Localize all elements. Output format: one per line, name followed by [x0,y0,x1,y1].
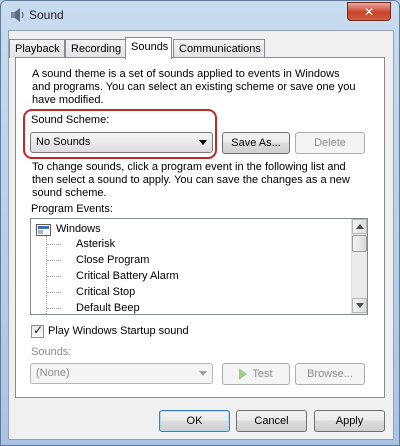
list-item-default-beep[interactable]: Default Beep [76,302,140,314]
chevron-down-icon [199,140,207,145]
tab-communications[interactable]: Communications [173,39,265,58]
list-group-windows[interactable]: Windows [56,223,101,235]
ok-button[interactable]: OK [159,410,230,432]
tree-branch [47,276,61,277]
sounds-select[interactable]: (None) [30,363,213,384]
test-label: Test [252,368,273,380]
tab-recording[interactable]: Recording [65,39,126,58]
description-line-2: and programs. You can select an existing… [32,81,356,93]
title-bar: Sound ✕ [1,1,399,29]
instructions-line-2: then select a sound to apply. You can sa… [32,174,350,186]
sounds-value: (None) [36,367,70,379]
tab-playback[interactable]: Playback [9,39,65,58]
sound-scheme-select[interactable]: No Sounds [30,132,213,153]
tree-branch [47,260,61,261]
save-as-button[interactable]: Save As... [222,132,290,154]
instructions-line-1: To change sounds, click a program event … [32,161,346,173]
cancel-button[interactable]: Cancel [236,410,307,432]
program-events-label: Program Events: [31,203,113,215]
delete-button[interactable]: Delete [295,132,365,154]
test-button[interactable]: Test [222,363,290,385]
scroll-thumb[interactable] [352,235,367,252]
tree-branch [47,292,61,293]
startup-sound-checkbox[interactable]: ✓ [31,323,44,338]
window-title: Sound [29,8,64,22]
tree-branch [47,308,61,309]
list-item-critical-battery-alarm[interactable]: Critical Battery Alarm [76,270,179,282]
tree-branch [47,244,61,245]
sounds-label: Sounds: [31,346,72,358]
program-events-list[interactable]: Windows Asterisk Close Program Critical … [30,218,368,315]
list-item-asterisk[interactable]: Asterisk [76,238,115,250]
description-line-1: A sound theme is a set of sounds applied… [32,68,340,80]
chevron-down-icon [199,371,207,376]
sound-scheme-label: Sound Scheme: [31,114,110,126]
windows-icon [36,224,51,236]
play-icon [239,368,248,380]
scroll-down-icon[interactable] [352,298,367,313]
speaker-icon [11,8,24,22]
startup-sound-label[interactable]: Play Windows Startup sound [48,325,189,338]
checkmark-icon: ✓ [33,323,44,337]
sound-scheme-value: No Sounds [36,136,91,148]
description-line-3: have modified. [32,94,104,106]
close-icon: ✕ [363,4,375,19]
browse-button[interactable]: Browse... [295,363,365,385]
tab-sounds[interactable]: Sounds [125,37,172,59]
instructions-line-3: sound scheme. [32,187,107,199]
vertical-scrollbar[interactable] [351,219,367,314]
scroll-up-icon[interactable] [352,219,367,234]
close-button[interactable]: ✕ [347,2,391,21]
list-item-close-program[interactable]: Close Program [76,254,149,266]
apply-button[interactable]: Apply [314,410,385,432]
list-item-critical-stop[interactable]: Critical Stop [76,286,135,298]
